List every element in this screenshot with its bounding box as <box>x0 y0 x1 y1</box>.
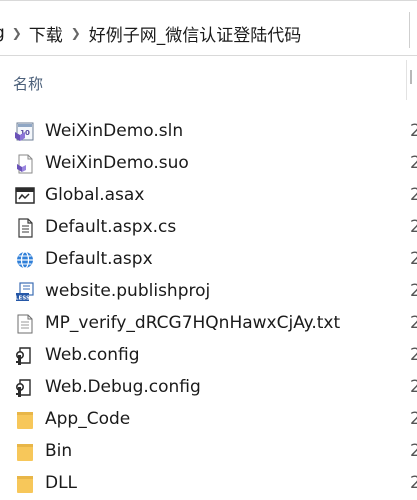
file-name: Bin <box>45 441 73 461</box>
file-item[interactable]: Default.aspx <box>0 243 406 275</box>
date-modified-partial: 2 <box>410 409 417 429</box>
config-file-icon <box>14 378 36 398</box>
publishproj-file-icon: LESS <box>14 282 36 302</box>
date-modified-partial: 2 <box>410 185 417 205</box>
date-modified-partial: 2 <box>410 121 417 141</box>
column-header-name[interactable]: 名称 <box>13 73 43 94</box>
file-name: App_Code <box>45 409 131 429</box>
file-item[interactable]: App_Code <box>0 403 406 435</box>
address-bar-border <box>0 55 417 56</box>
file-item[interactable]: Web.config <box>0 339 406 371</box>
file-item[interactable]: Default.aspx.cs <box>0 211 406 243</box>
file-item[interactable]: Bin <box>0 435 406 467</box>
text-file-icon <box>14 314 36 334</box>
file-item[interactable]: WeiXinDemo.suo <box>0 147 406 179</box>
file-item[interactable]: Web.Debug.config <box>0 371 406 403</box>
date-modified-partial: 2 <box>410 281 417 301</box>
file-item[interactable]: DLL <box>0 467 406 499</box>
cs-file-icon <box>14 218 36 238</box>
date-modified-partial: 2 <box>410 153 417 173</box>
file-item[interactable]: Global.asax <box>0 179 406 211</box>
chevron-right-icon[interactable]: ❯ <box>63 26 89 40</box>
file-item[interactable]: 10 WeiXinDemo.sln <box>0 115 406 147</box>
date-modified-partial: 2 <box>410 313 417 333</box>
breadcrumb-item-downloads[interactable]: 下载 <box>29 21 63 46</box>
date-modified-partial: 2 <box>410 249 417 269</box>
file-name: Default.aspx <box>45 249 153 269</box>
file-item[interactable]: LESS website.publishproj <box>0 275 406 307</box>
file-name: Web.config <box>45 345 140 365</box>
date-modified-partial: 2 <box>410 217 417 237</box>
date-modified-partial: 2 <box>410 441 417 461</box>
column-header-date-partial[interactable] <box>410 68 417 86</box>
file-explorer-window: g ❯ 下载 ❯ 好例子网_微信认证登陆代码 名称 10 WeiXinD <box>0 0 417 500</box>
folder-icon <box>14 442 36 462</box>
file-name: Default.aspx.cs <box>45 217 177 237</box>
breadcrumb-item-current-folder[interactable]: 好例子网_微信认证登陆代码 <box>89 21 302 46</box>
top-border <box>0 0 417 1</box>
file-item[interactable]: MP_verify_dRCG7HQnHawxCjAy.txt <box>0 307 406 339</box>
date-modified-partial: 2 <box>410 473 417 493</box>
svg-text:LESS: LESS <box>15 296 30 302</box>
file-name: WeiXinDemo.sln <box>45 121 184 141</box>
solution-file-icon: 10 <box>14 122 36 142</box>
column-resize-handle[interactable] <box>406 60 407 100</box>
address-bar-divider <box>409 12 410 48</box>
file-name: WeiXinDemo.suo <box>45 153 189 173</box>
file-name: DLL <box>45 473 78 493</box>
file-name: Web.Debug.config <box>45 377 201 397</box>
folder-icon <box>14 410 36 430</box>
asax-file-icon <box>14 186 36 206</box>
file-name: website.publishproj <box>45 281 211 301</box>
breadcrumb: g ❯ 下载 ❯ 好例子网_微信认证登陆代码 <box>0 21 302 46</box>
suo-file-icon <box>14 154 36 174</box>
folder-icon <box>14 474 36 494</box>
chevron-right-icon[interactable]: ❯ <box>5 26 29 40</box>
config-file-icon <box>14 346 36 366</box>
file-name: Global.asax <box>45 185 145 205</box>
aspx-file-icon <box>14 250 36 270</box>
file-name: MP_verify_dRCG7HQnHawxCjAy.txt <box>45 313 341 333</box>
date-modified-partial: 2 <box>410 345 417 365</box>
date-modified-partial: 2 <box>410 377 417 397</box>
address-bar[interactable]: g ❯ 下载 ❯ 好例子网_微信认证登陆代码 <box>0 0 417 56</box>
